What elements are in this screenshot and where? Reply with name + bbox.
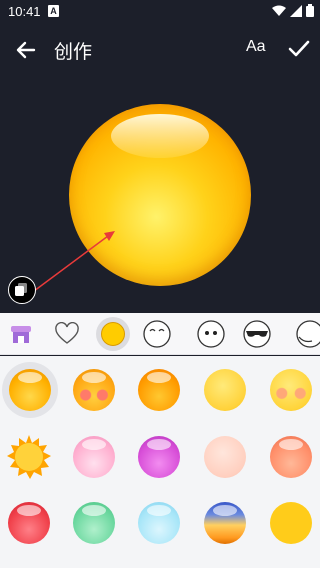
base-item-7[interactable] xyxy=(67,430,121,484)
base-item-1[interactable] xyxy=(2,362,58,418)
category-tabs xyxy=(0,313,320,355)
layers-button[interactable] xyxy=(8,276,36,304)
sunset-ball xyxy=(204,502,246,544)
tab-favorites[interactable] xyxy=(50,317,84,351)
notification-app-icon: A xyxy=(48,5,59,17)
heart-icon xyxy=(55,322,79,344)
signal-icon xyxy=(290,4,302,17)
pink-ball xyxy=(73,436,115,478)
top-app-bar: 创作 Aa xyxy=(0,24,320,76)
status-time: 10:41 xyxy=(8,4,41,19)
store-icon xyxy=(11,326,31,343)
page-title: 创作 xyxy=(54,41,93,63)
flat-yellow-ball xyxy=(270,502,312,544)
sunglasses-icon xyxy=(243,320,271,348)
status-bar: 10:41 A xyxy=(0,0,320,24)
base-item-4[interactable] xyxy=(198,363,252,417)
base-item-14[interactable] xyxy=(198,496,252,550)
tab-eyes-closed[interactable] xyxy=(140,317,174,351)
check-icon[interactable] xyxy=(286,36,312,62)
orange-ball xyxy=(138,369,180,411)
tab-sticker-store[interactable] xyxy=(4,317,38,351)
base-item-6[interactable] xyxy=(2,430,56,484)
battery-icon xyxy=(306,4,314,17)
magenta-ball xyxy=(138,436,180,478)
coral-ball xyxy=(270,436,312,478)
sun-icon xyxy=(7,435,51,479)
base-item-10[interactable] xyxy=(264,430,318,484)
font-button[interactable]: Aa xyxy=(246,38,266,56)
tab-eyes-dots[interactable] xyxy=(194,317,228,351)
blush-ball xyxy=(73,369,115,411)
red-ball xyxy=(8,502,50,544)
base-item-3[interactable] xyxy=(132,363,186,417)
tab-sunglasses[interactable] xyxy=(240,317,274,351)
base-item-12[interactable] xyxy=(67,496,121,550)
peach-ball xyxy=(204,436,246,478)
back-arrow-icon[interactable] xyxy=(12,36,40,64)
base-item-9[interactable] xyxy=(198,430,252,484)
hint-arrow xyxy=(29,231,115,295)
mint-ball xyxy=(73,502,115,544)
smile-eyes-icon xyxy=(143,320,171,348)
base-item-2[interactable] xyxy=(67,363,121,417)
matte-yellow-ball xyxy=(204,369,246,411)
yellow-circle-icon xyxy=(101,322,125,346)
base-item-8[interactable] xyxy=(132,430,186,484)
sky-ball xyxy=(138,502,180,544)
base-item-11[interactable] xyxy=(2,496,56,550)
base-item-5[interactable] xyxy=(264,363,318,417)
yellow-ball xyxy=(9,369,51,411)
matte-blush-ball xyxy=(270,369,312,411)
layers-icon xyxy=(15,283,27,296)
partial-face-icon xyxy=(296,320,320,348)
status-icons xyxy=(272,4,314,17)
wifi-icon xyxy=(272,5,286,16)
emoji-canvas[interactable] xyxy=(0,76,320,313)
base-item-15[interactable] xyxy=(264,496,318,550)
base-grid xyxy=(0,356,320,568)
tab-more[interactable] xyxy=(290,317,320,351)
tab-base[interactable] xyxy=(96,317,130,351)
base-item-13[interactable] xyxy=(132,496,186,550)
dot-eyes-icon xyxy=(197,320,225,348)
